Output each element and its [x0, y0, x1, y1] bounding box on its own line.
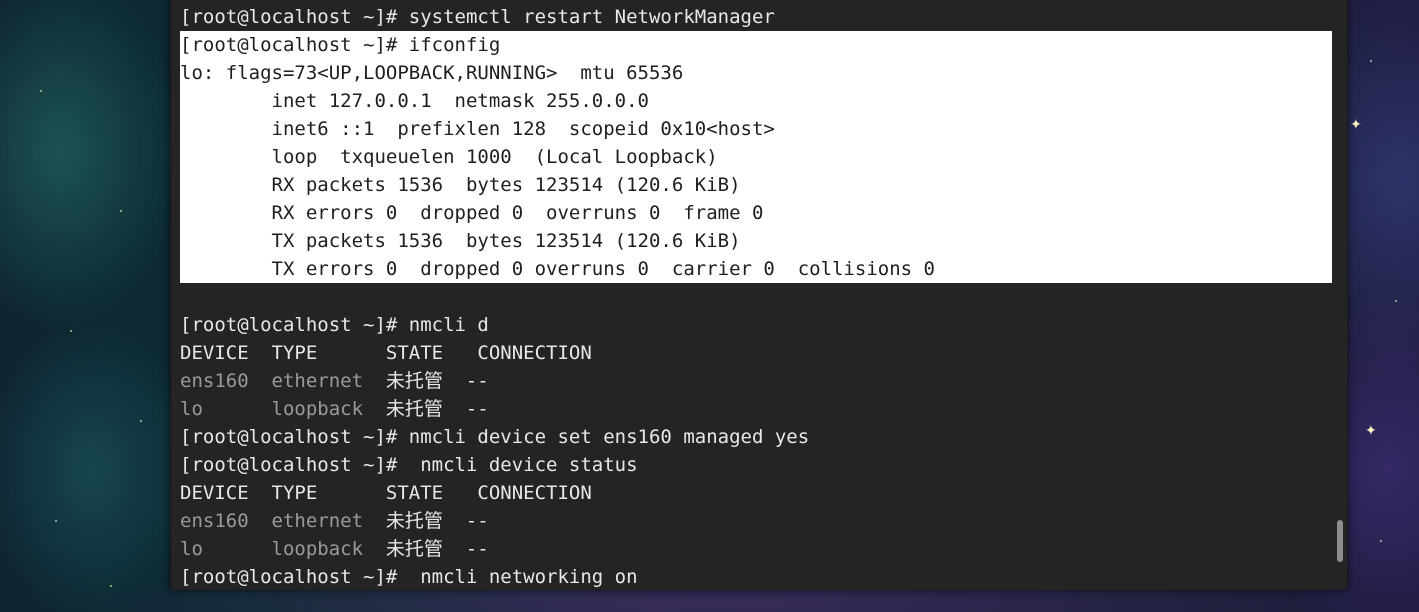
terminal-line: lo loopback 未托管 -- [180, 395, 1332, 423]
terminal-line: ens160 ethernet 未托管 -- [180, 507, 1332, 535]
terminal-line-text: 未托管 -- [363, 370, 489, 392]
terminal-line: [root@localhost ~]# nmcli networking on [180, 563, 1332, 591]
terminal-line-text: 未托管 -- [363, 398, 489, 420]
device-name-cell: ens160 ethernet [180, 370, 364, 392]
terminal-line-text: [root@localhost ~]# systemctl restart Ne… [180, 6, 775, 28]
terminal-line-text: RX errors 0 dropped 0 overruns 0 frame 0 [180, 202, 764, 224]
wallpaper-star [140, 420, 142, 422]
device-name-cell: ens160 ethernet [180, 510, 364, 532]
terminal-window[interactable]: [root@localhost ~]# systemctl restart Ne… [170, 0, 1348, 590]
terminal-line-text: [root@localhost ~]# ifconfig [180, 34, 501, 56]
wallpaper-star [40, 90, 42, 92]
terminal-line: [root@localhost ~]# nmcli d [180, 311, 1332, 339]
terminal-line: DEVICE TYPE STATE CONNECTION [180, 339, 1332, 367]
terminal-line-text: DEVICE TYPE STATE CONNECTION [180, 342, 592, 364]
terminal-line-text: loop txqueuelen 1000 (Local Loopback) [180, 146, 718, 168]
terminal-line-text: lo: flags=73<UP,LOOPBACK,RUNNING> mtu 65… [180, 62, 684, 84]
terminal-line: [root@localhost ~]# ifconfig [180, 31, 1332, 59]
terminal-line: lo loopback 未托管 -- [180, 535, 1332, 563]
terminal-line: [root@localhost ~]# nmcli device status [180, 451, 1332, 479]
wallpaper-star [1380, 540, 1382, 542]
terminal-line-text: 未托管 -- [363, 538, 489, 560]
device-name-cell: lo loopback [180, 398, 364, 420]
terminal-line: loop txqueuelen 1000 (Local Loopback) [180, 143, 1332, 171]
terminal-output: [root@localhost ~]# systemctl restart Ne… [180, 3, 1332, 591]
terminal-line: RX errors 0 dropped 0 overruns 0 frame 0 [180, 199, 1332, 227]
wallpaper-star [120, 210, 122, 212]
terminal-line-text: DEVICE TYPE STATE CONNECTION [180, 482, 592, 504]
terminal-line: lo: flags=73<UP,LOOPBACK,RUNNING> mtu 65… [180, 59, 1332, 87]
terminal-line: [root@localhost ~]# systemctl restart Ne… [180, 3, 1332, 31]
sparkle-icon: ✦ [1365, 423, 1377, 439]
terminal-line-text: inet6 ::1 prefixlen 128 scopeid 0x10<hos… [180, 118, 775, 140]
terminal-line: DEVICE TYPE STATE CONNECTION [180, 479, 1332, 507]
wallpaper-star [55, 520, 57, 522]
terminal-line-text: [root@localhost ~]# nmcli networking on [180, 566, 638, 588]
terminal-line-text: [root@localhost ~]# nmcli device set ens… [180, 426, 810, 448]
wallpaper-star [1370, 60, 1372, 62]
wallpaper-star [110, 585, 112, 587]
terminal-line-text: [root@localhost ~]# nmcli device status [180, 454, 638, 476]
sparkle-icon: ✦ [1350, 117, 1362, 133]
terminal-line-text: 未托管 -- [363, 510, 489, 532]
terminal-line: TX errors 0 dropped 0 overruns 0 carrier… [180, 255, 1332, 283]
terminal-line-text: inet 127.0.0.1 netmask 255.0.0.0 [180, 90, 650, 112]
terminal-scrollbar[interactable] [1337, 520, 1343, 562]
terminal-line: inet 127.0.0.1 netmask 255.0.0.0 [180, 87, 1332, 115]
device-name-cell: lo loopback [180, 538, 364, 560]
terminal-line: inet6 ::1 prefixlen 128 scopeid 0x10<hos… [180, 115, 1332, 143]
wallpaper-star [70, 330, 72, 332]
terminal-line: ens160 ethernet 未托管 -- [180, 367, 1332, 395]
terminal-line-text: [root@localhost ~]# nmcli d [180, 314, 489, 336]
terminal-line-text: TX packets 1536 bytes 123514 (120.6 KiB) [180, 230, 741, 252]
terminal-line: RX packets 1536 bytes 123514 (120.6 KiB) [180, 171, 1332, 199]
terminal-line-text: TX errors 0 dropped 0 overruns 0 carrier… [180, 258, 935, 280]
terminal-line: [root@localhost ~]# nmcli device set ens… [180, 423, 1332, 451]
wallpaper-star [1395, 300, 1397, 302]
terminal-line: TX packets 1536 bytes 123514 (120.6 KiB) [180, 227, 1332, 255]
terminal-line-text: RX packets 1536 bytes 123514 (120.6 KiB) [180, 174, 741, 196]
